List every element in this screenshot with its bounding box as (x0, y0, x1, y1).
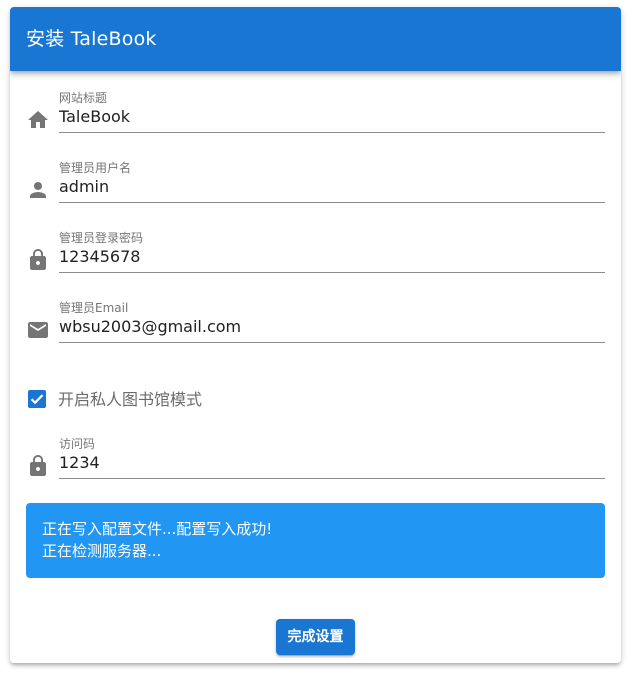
access-code-field: 访问码 (10, 437, 621, 497)
lock-icon (26, 454, 50, 478)
status-line-server: 正在检测服务器... (42, 542, 162, 560)
private-mode-checkbox[interactable]: 开启私人图书馆模式 (26, 387, 426, 413)
site-title-field: 网站标题 (10, 91, 621, 151)
access-code-underline (59, 478, 605, 479)
status-line-config: 正在写入配置文件...配置写入成功! (42, 520, 273, 538)
admin-password-input[interactable] (59, 246, 604, 268)
admin-password-underline (59, 272, 605, 273)
admin-email-label: 管理员Email (59, 301, 129, 315)
admin-email-input[interactable] (59, 316, 604, 338)
lock-icon (26, 248, 50, 272)
person-icon (26, 178, 50, 202)
home-icon (26, 108, 50, 132)
header-toolbar: 安装 TaleBook (10, 7, 621, 71)
status-alert: 正在写入配置文件...配置写入成功! 正在检测服务器... (26, 503, 605, 578)
site-title-underline (59, 132, 605, 133)
page-title: 安装 TaleBook (26, 28, 157, 50)
site-title-label: 网站标题 (59, 91, 108, 105)
admin-password-field: 管理员登录密码 (10, 231, 621, 291)
admin-username-label: 管理员用户名 (59, 161, 132, 175)
finish-setup-button[interactable]: 完成设置 (276, 619, 355, 655)
email-icon (26, 318, 50, 342)
admin-email-underline (59, 342, 605, 343)
admin-username-input[interactable] (59, 176, 604, 198)
checkbox-checked-icon[interactable] (28, 390, 46, 408)
admin-password-label: 管理员登录密码 (59, 231, 144, 245)
admin-email-field: 管理员Email (10, 301, 621, 361)
admin-username-underline (59, 202, 605, 203)
install-card: 安装 TaleBook 网站标题 管理员用户名 管理员登录密码 管理员Email (10, 7, 621, 663)
admin-username-field: 管理员用户名 (10, 161, 621, 221)
access-code-label: 访问码 (59, 437, 96, 451)
private-mode-label[interactable]: 开启私人图书馆模式 (58, 389, 202, 411)
access-code-input[interactable] (59, 452, 604, 474)
site-title-input[interactable] (59, 106, 604, 128)
